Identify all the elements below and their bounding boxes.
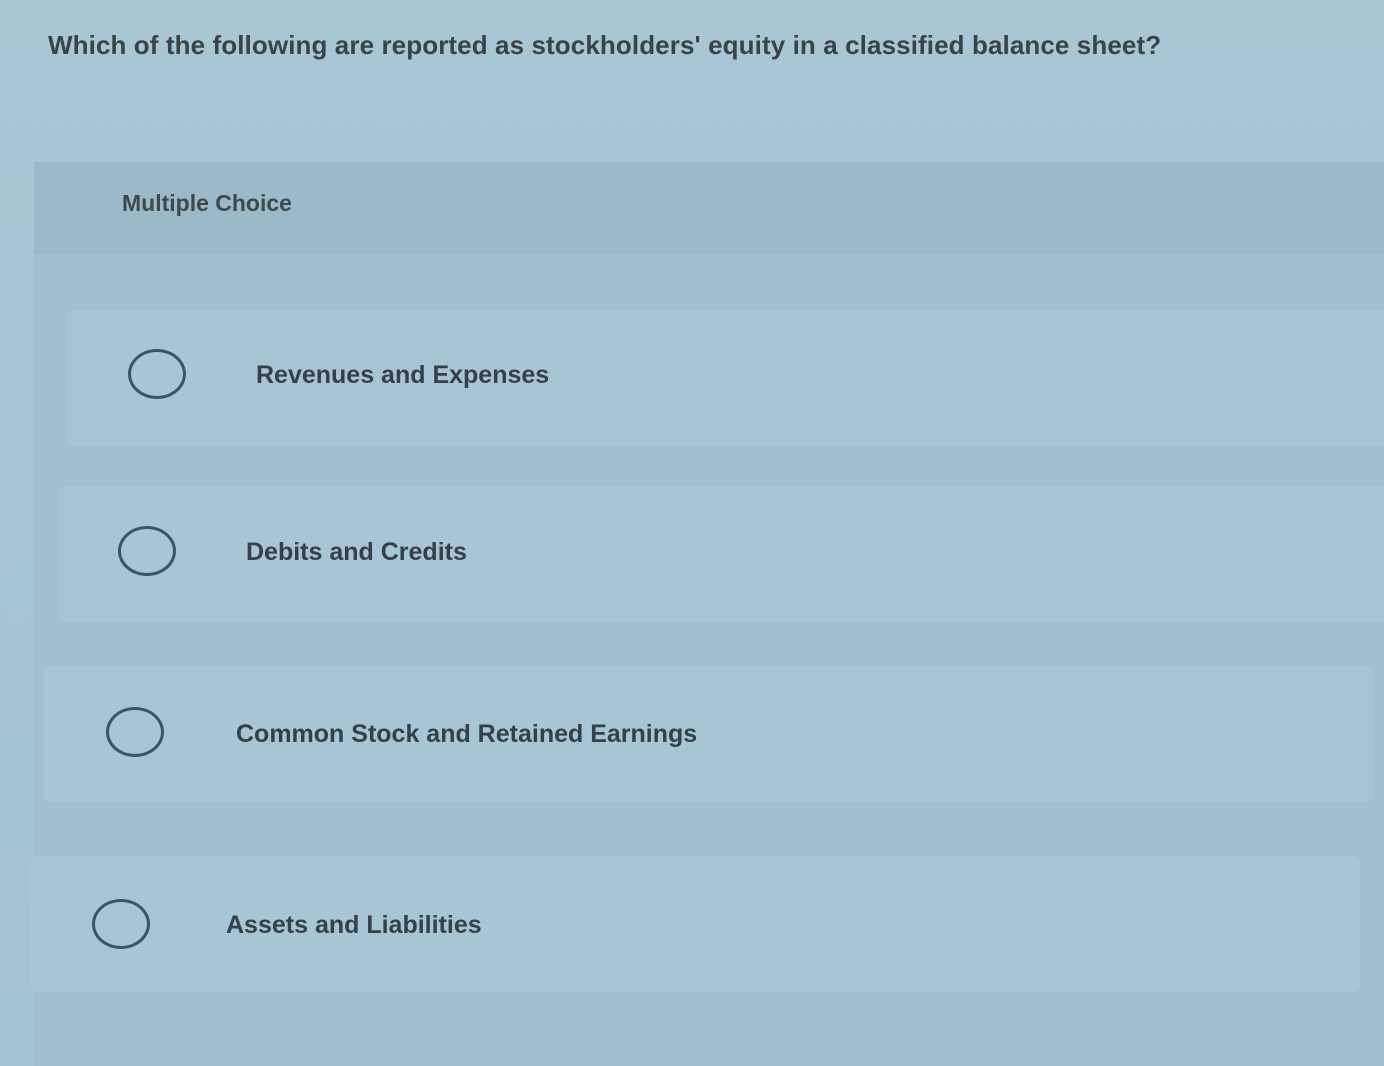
answer-option[interactable]: Debits and Credits: [58, 486, 1384, 622]
answer-option-label[interactable]: Revenues and Expenses: [256, 361, 549, 390]
radio-button[interactable]: [118, 526, 176, 576]
answer-option[interactable]: Common Stock and Retained Earnings: [44, 666, 1374, 802]
radio-button[interactable]: [92, 899, 150, 949]
radio-button[interactable]: [106, 707, 164, 757]
question-text: Which of the following are reported as s…: [48, 30, 1162, 60]
answer-option[interactable]: Revenues and Expenses: [66, 310, 1384, 446]
answer-option-label[interactable]: Debits and Credits: [246, 538, 467, 567]
answer-option-label[interactable]: Assets and Liabilities: [226, 911, 482, 940]
question-type-label: Multiple Choice: [122, 190, 292, 216]
answer-option[interactable]: Assets and Liabilities: [30, 856, 1360, 992]
answer-option-label[interactable]: Common Stock and Retained Earnings: [236, 720, 697, 749]
radio-button[interactable]: [128, 349, 186, 399]
